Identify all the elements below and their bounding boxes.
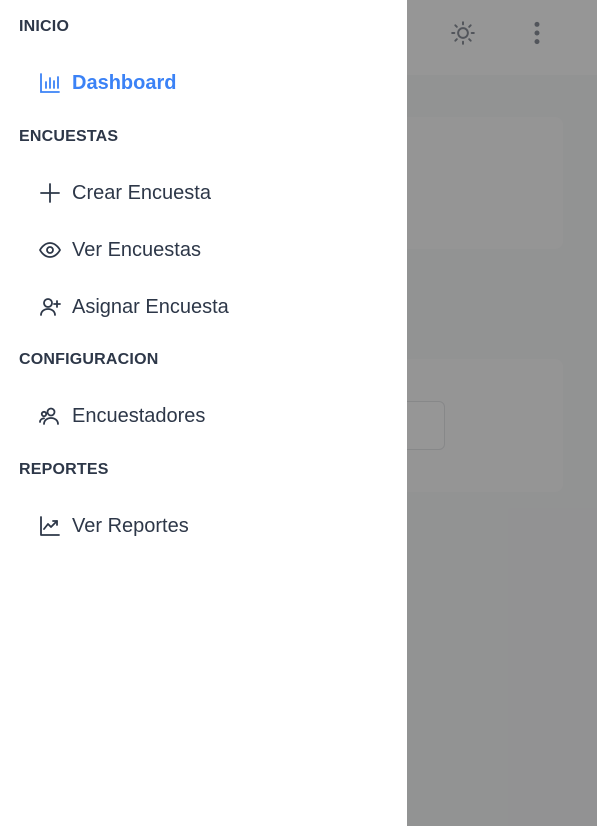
nav-item-label: Dashboard: [72, 71, 177, 94]
eye-icon: [38, 238, 62, 262]
section-title-reportes: REPORTES: [19, 461, 109, 478]
nav-item-label: Asignar Encuesta: [72, 295, 229, 318]
nav-item-label: Ver Reportes: [72, 514, 189, 537]
nav-item-crear-encuesta[interactable]: Crear Encuesta: [38, 175, 211, 211]
nav-item-label: Ver Encuestas: [72, 238, 201, 261]
nav-item-label: Crear Encuesta: [72, 181, 211, 204]
navigation-drawer: INICIO Dashboard ENCUESTAS Crear Encuest…: [0, 0, 407, 826]
nav-item-label: Encuestadores: [72, 404, 206, 427]
nav-item-encuestadores[interactable]: Encuestadores: [38, 398, 205, 434]
section-title-inicio: INICIO: [19, 18, 70, 35]
nav-item-ver-reportes[interactable]: Ver Reportes: [38, 508, 189, 544]
nav-item-asignar-encuesta[interactable]: Asignar Encuesta: [38, 289, 229, 325]
bar-chart-icon: [38, 71, 62, 95]
section-title-encuestas: ENCUESTAS: [19, 128, 119, 145]
nav-item-ver-encuestas[interactable]: Ver Encuestas: [38, 232, 201, 268]
plus-icon: [38, 181, 62, 205]
users-icon: [38, 404, 62, 428]
nav-item-dashboard[interactable]: Dashboard: [38, 65, 176, 101]
user-plus-icon: [38, 295, 62, 319]
section-title-configuracion: CONFIGURACION: [19, 351, 159, 368]
trending-up-icon: [38, 514, 62, 538]
